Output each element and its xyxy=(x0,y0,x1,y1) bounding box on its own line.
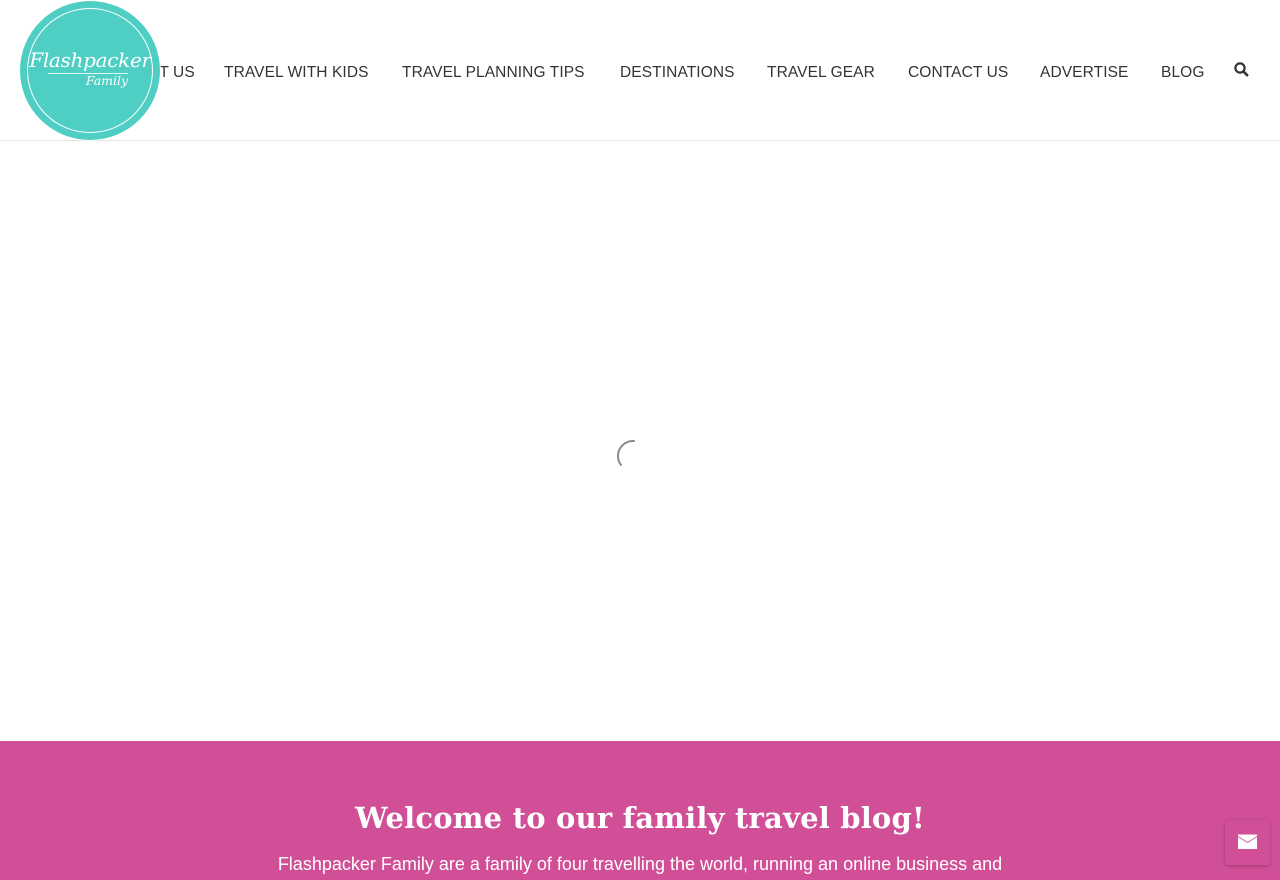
nav-item-travel-planning-tips[interactable]: TRAVEL PLANNING TIPS xyxy=(402,62,585,84)
loading-spinner xyxy=(614,436,654,476)
search-button[interactable] xyxy=(1233,61,1251,79)
site-logo[interactable]: Flashpacker Family xyxy=(19,0,161,141)
nav-item-destinations[interactable]: DESTINATIONS xyxy=(620,62,735,84)
logo-circle: Flashpacker Family xyxy=(20,1,160,140)
welcome-section: Welcome to our family travel blog! Flash… xyxy=(0,741,1280,880)
nav-item-travel-gear[interactable]: TRAVEL GEAR xyxy=(767,62,875,84)
site-header: ABOUT US TRAVEL WITH KIDS TRAVEL PLANNIN… xyxy=(0,0,1280,141)
nav-item-contact-us[interactable]: CONTACT US xyxy=(908,62,1008,84)
contact-button[interactable] xyxy=(1225,820,1270,865)
logo-text-main: Flashpacker xyxy=(29,48,151,72)
envelope-icon xyxy=(1238,834,1257,849)
nav-item-advertise[interactable]: ADVERTISE xyxy=(1040,62,1128,84)
welcome-text: Flashpacker Family are a family of four … xyxy=(277,854,1003,874)
logo-text-sub: Family xyxy=(85,73,129,88)
spinner-icon xyxy=(616,439,635,466)
nav-item-blog[interactable]: BLOG xyxy=(1161,62,1204,84)
main-nav: ABOUT US TRAVEL WITH KIDS TRAVEL PLANNIN… xyxy=(0,62,1280,84)
nav-item-travel-with-kids[interactable]: TRAVEL WITH KIDS xyxy=(224,62,369,84)
welcome-title: Welcome to our family travel blog! xyxy=(355,801,925,835)
search-icon xyxy=(1234,62,1249,77)
